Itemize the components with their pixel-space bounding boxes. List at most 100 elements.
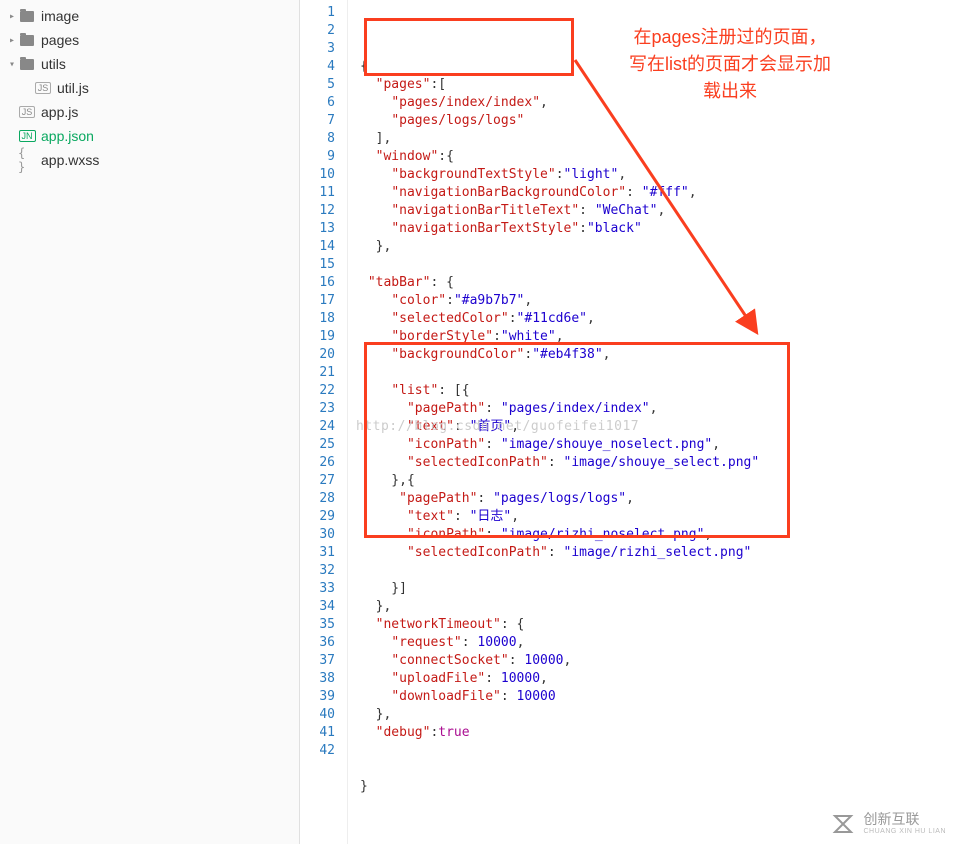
line-number: 31 [300, 544, 335, 562]
tree-item-pages[interactable]: ▸ pages [0, 28, 299, 52]
code-line[interactable]: "pagePath": "pages/logs/logs", [360, 490, 954, 508]
brand-watermark: 创新互联 CHUANG XIN HU LIAN [829, 810, 946, 838]
expand-arrow-icon[interactable]: ▸ [6, 35, 18, 46]
tree-item-label: app.json [41, 128, 94, 144]
line-number: 16 [300, 274, 335, 292]
folder-icon [18, 59, 36, 70]
code-line[interactable]: "pagePath": "pages/index/index", [360, 400, 954, 418]
code-line[interactable]: "pages":[ [360, 76, 954, 94]
code-line[interactable]: "navigationBarBackgroundColor": "#fff", [360, 184, 954, 202]
line-number: 19 [300, 328, 335, 346]
code-line[interactable]: "borderStyle":"white", [360, 328, 954, 346]
expand-arrow-icon[interactable]: ▾ [6, 59, 18, 70]
line-number: 34 [300, 598, 335, 616]
line-number: 28 [300, 490, 335, 508]
file-explorer[interactable]: ▸ image ▸ pages ▾ utils JSutil.jsJSapp.js JN app… [0, 0, 300, 844]
code-line[interactable]: { [360, 58, 954, 76]
line-number: 38 [300, 670, 335, 688]
tree-item-util-js[interactable]: JSutil.js [0, 76, 299, 100]
code-line[interactable] [360, 256, 954, 274]
line-gutter: 1234567891011121314151617181920212223242… [300, 0, 348, 844]
code-line[interactable]: "tabBar": { [360, 274, 954, 292]
code-line[interactable]: "list": [{ [360, 382, 954, 400]
code-line[interactable]: ], [360, 130, 954, 148]
code-line[interactable] [360, 742, 954, 760]
code-line[interactable] [360, 364, 954, 382]
code-line[interactable]: "pages/logs/logs" [360, 112, 954, 130]
tree-item-app-js[interactable]: JSapp.js [0, 100, 299, 124]
code-editor[interactable]: 1234567891011121314151617181920212223242… [300, 0, 954, 844]
file-badge-icon: JS [34, 82, 52, 95]
code-line[interactable] [360, 562, 954, 580]
code-line[interactable]: "debug":true [360, 724, 954, 742]
code-line[interactable]: }, [360, 706, 954, 724]
code-line[interactable]: }] [360, 580, 954, 598]
line-number: 7 [300, 112, 335, 130]
line-number: 42 [300, 742, 335, 760]
line-number: 8 [300, 130, 335, 148]
line-number: 36 [300, 634, 335, 652]
tree-item-label: utils [41, 56, 66, 72]
line-number: 27 [300, 472, 335, 490]
line-number: 4 [300, 58, 335, 76]
tree-item-label: pages [41, 32, 79, 48]
code-line[interactable]: "iconPath": "image/shouye_noselect.png", [360, 436, 954, 454]
tree-item-app-wxss[interactable]: { } app.wxss [0, 148, 299, 172]
line-number: 25 [300, 436, 335, 454]
line-number: 6 [300, 94, 335, 112]
file-badge-icon: JS [18, 106, 36, 119]
file-badge-icon: JN [18, 130, 36, 143]
line-number: 2 [300, 22, 335, 40]
code-line[interactable]: "backgroundTextStyle":"light", [360, 166, 954, 184]
line-number: 40 [300, 706, 335, 724]
line-number: 5 [300, 76, 335, 94]
code-line[interactable]: } [360, 778, 954, 796]
line-number: 32 [300, 562, 335, 580]
code-line[interactable]: "iconPath": "image/rizhi_noselect.png", [360, 526, 954, 544]
code-line[interactable]: "networkTimeout": { [360, 616, 954, 634]
line-number: 39 [300, 688, 335, 706]
code-line[interactable]: "selectedColor":"#11cd6e", [360, 310, 954, 328]
code-line[interactable]: "backgroundColor":"#eb4f38", [360, 346, 954, 364]
line-number: 17 [300, 292, 335, 310]
code-line[interactable]: }, [360, 238, 954, 256]
code-line[interactable]: "color":"#a9b7b7", [360, 292, 954, 310]
expand-arrow-icon[interactable]: ▸ [6, 11, 18, 22]
code-line[interactable]: "request": 10000, [360, 634, 954, 652]
line-number: 9 [300, 148, 335, 166]
code-line[interactable]: },{ [360, 472, 954, 490]
line-number: 23 [300, 400, 335, 418]
tree-item-app-json[interactable]: JN app.json [0, 124, 299, 148]
code-line[interactable] [360, 760, 954, 778]
tree-item-label: image [41, 8, 79, 24]
line-number: 13 [300, 220, 335, 238]
code-line[interactable]: "navigationBarTitleText": "WeChat", [360, 202, 954, 220]
line-number: 18 [300, 310, 335, 328]
code-line[interactable]: "selectedIconPath": "image/shouye_select… [360, 454, 954, 472]
code-line[interactable]: "selectedIconPath": "image/rizhi_select.… [360, 544, 954, 562]
code-line[interactable]: "window":{ [360, 148, 954, 166]
braces-icon: { } [18, 146, 36, 174]
code-line[interactable]: "pages/index/index", [360, 94, 954, 112]
line-number: 26 [300, 454, 335, 472]
line-number: 22 [300, 382, 335, 400]
tree-item-label: app.wxss [41, 152, 99, 168]
line-number: 11 [300, 184, 335, 202]
tree-item-utils[interactable]: ▾ utils [0, 52, 299, 76]
line-number: 1 [300, 4, 335, 22]
line-number: 29 [300, 508, 335, 526]
code-line[interactable]: "text": "首页", [360, 418, 954, 436]
code-line[interactable]: }, [360, 598, 954, 616]
line-number: 15 [300, 256, 335, 274]
code-area[interactable]: http://blog.csdn.net/guofeifei1017 { "pa… [348, 0, 954, 844]
line-number: 12 [300, 202, 335, 220]
code-line[interactable]: "uploadFile": 10000, [360, 670, 954, 688]
code-line[interactable]: "downloadFile": 10000 [360, 688, 954, 706]
tree-item-image[interactable]: ▸ image [0, 4, 299, 28]
code-line[interactable]: "connectSocket": 10000, [360, 652, 954, 670]
code-line[interactable]: "text": "日志", [360, 508, 954, 526]
line-number: 41 [300, 724, 335, 742]
line-number: 21 [300, 364, 335, 382]
code-line[interactable]: "navigationBarTextStyle":"black" [360, 220, 954, 238]
brand-logo-icon [829, 810, 857, 838]
